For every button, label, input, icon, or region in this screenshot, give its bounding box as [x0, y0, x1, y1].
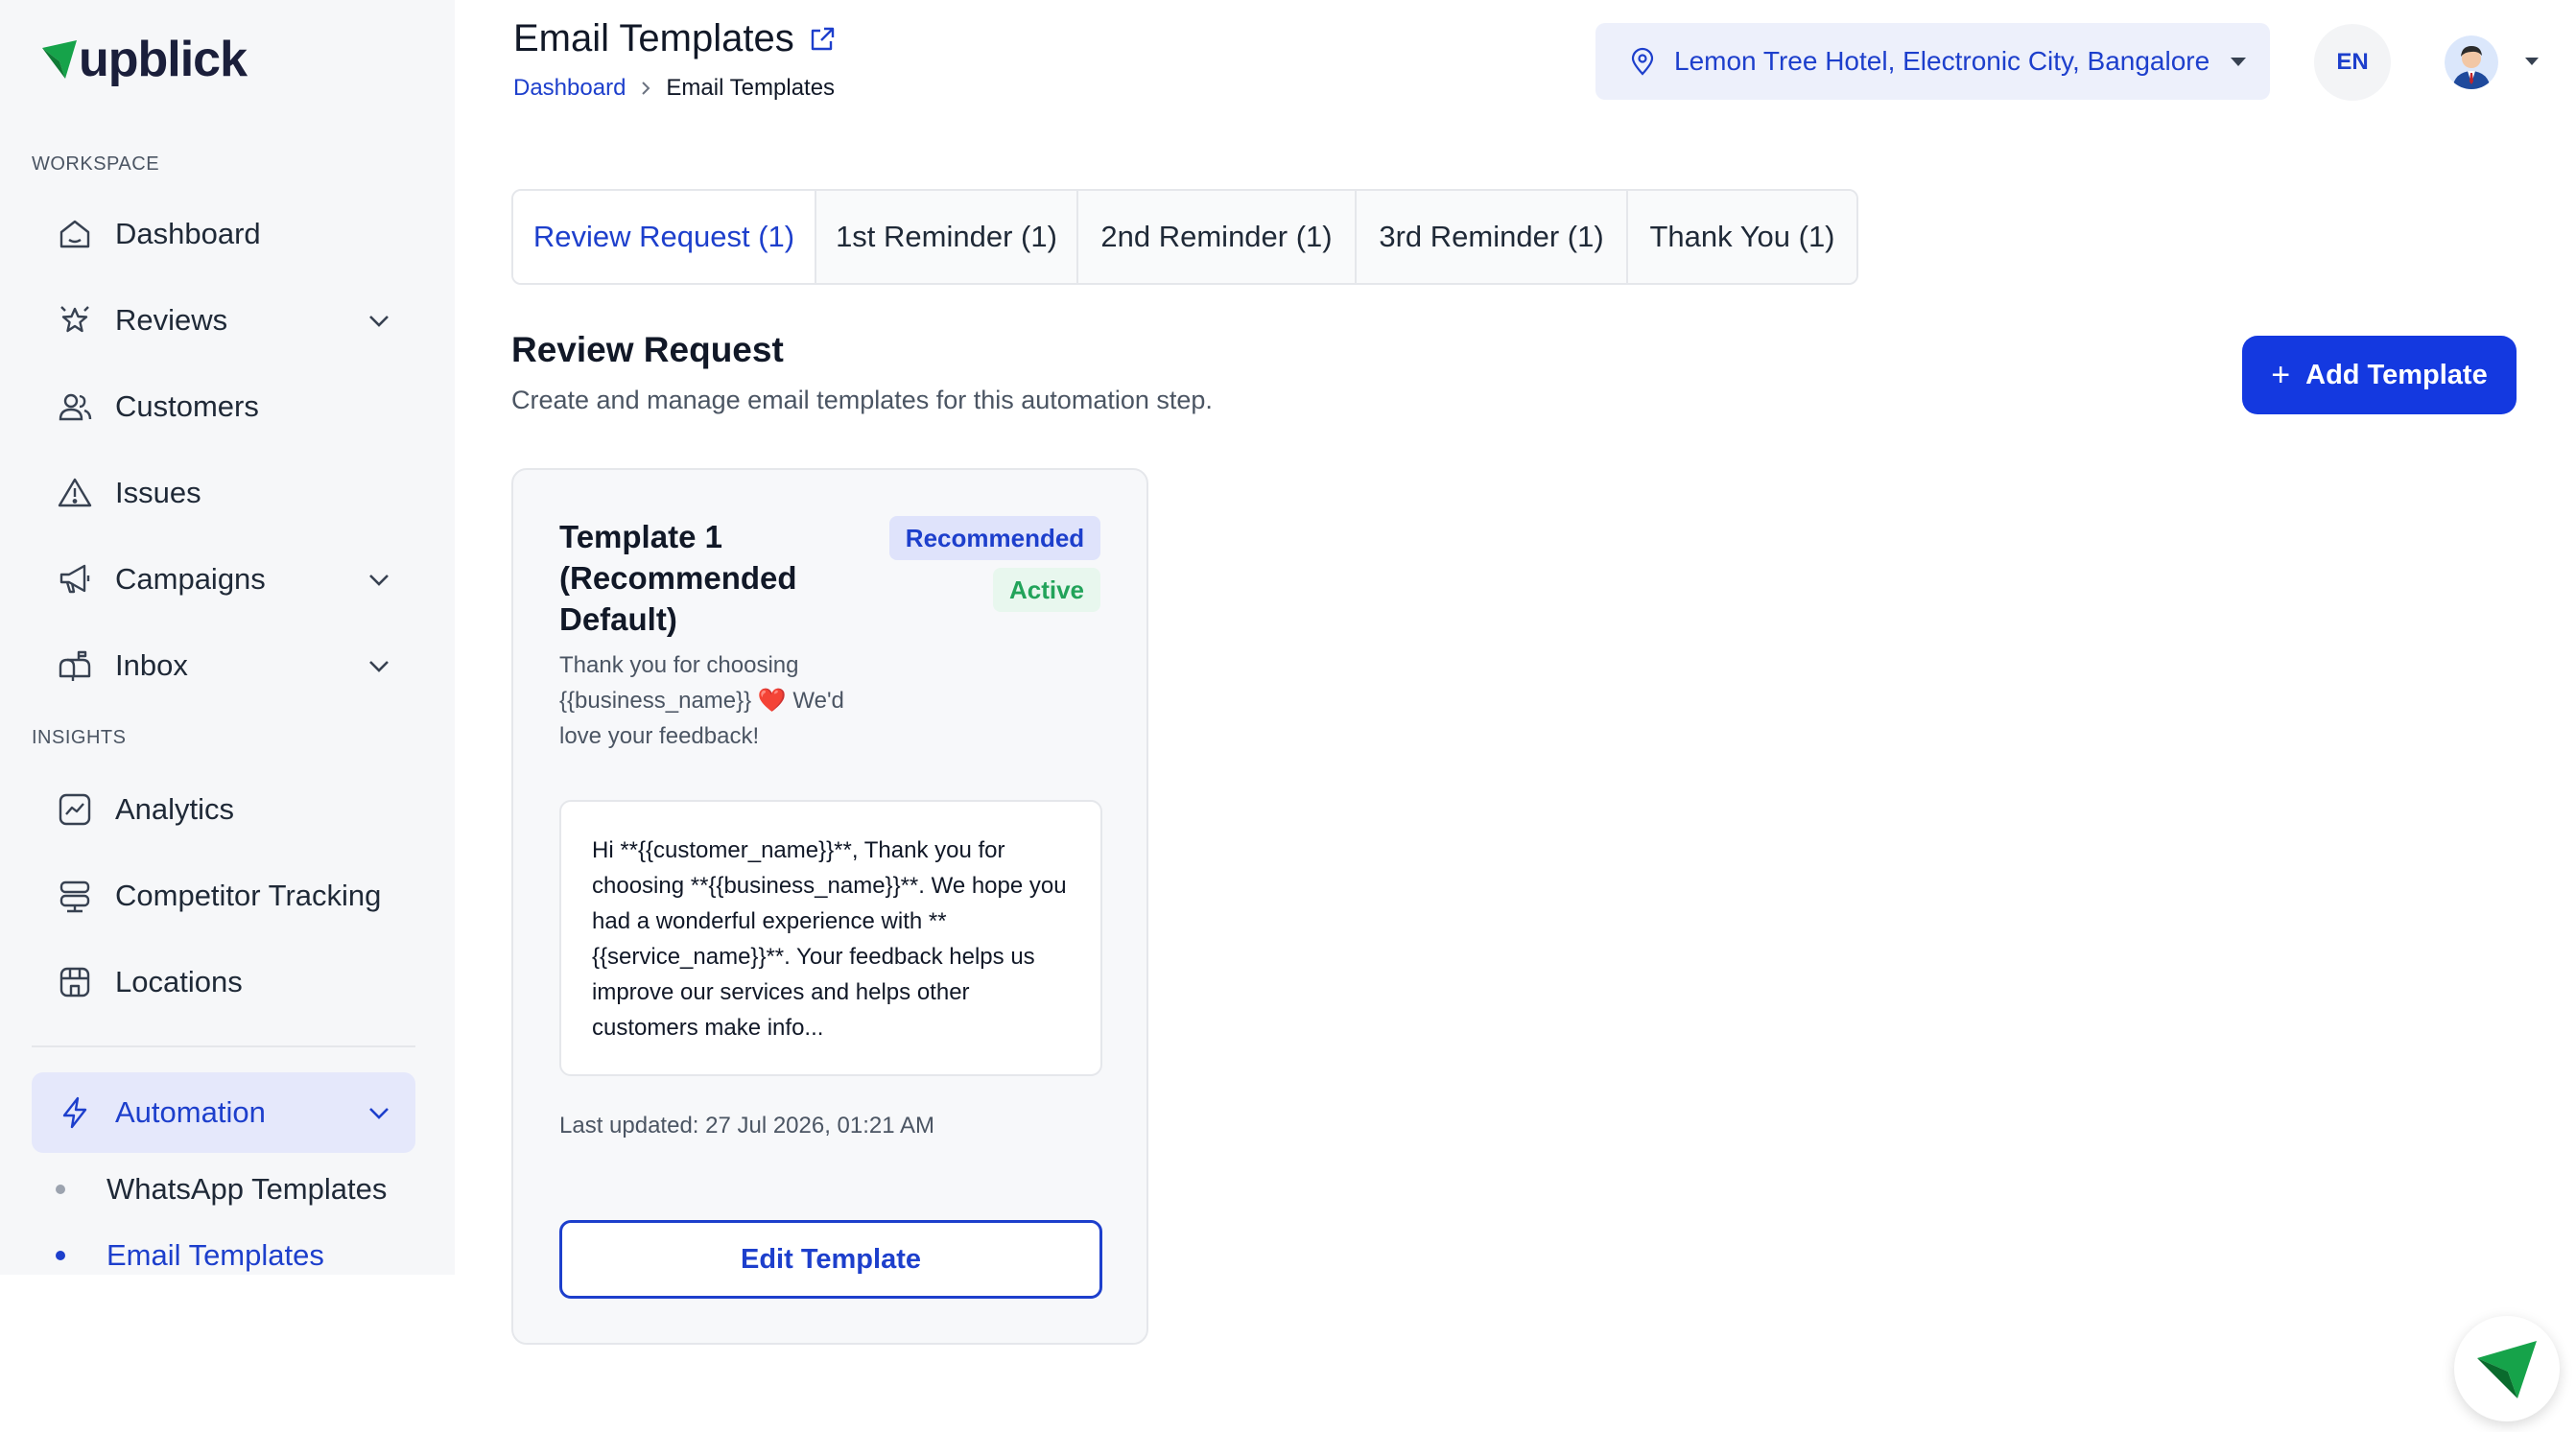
external-link-icon[interactable]: [808, 25, 837, 54]
bullet-dot: [56, 1251, 65, 1260]
server-icon: [56, 877, 94, 915]
plus-icon: +: [2271, 357, 2291, 393]
logo-arrow-icon: [2477, 1341, 2537, 1398]
map-pin-icon: [1631, 47, 1654, 76]
sidebar-item-label: Automation: [115, 1095, 266, 1129]
template-body-preview: Hi **{{customer_name}}**, Thank you for …: [559, 800, 1102, 1076]
template-step-tabs: Review Request (1) 1st Reminder (1) 2nd …: [511, 189, 1858, 285]
active-badge: Active: [993, 568, 1100, 612]
location-select[interactable]: Lemon Tree Hotel, Electronic City, Banga…: [1595, 23, 2270, 100]
home-icon: [56, 215, 94, 253]
language-button[interactable]: EN: [2314, 24, 2391, 101]
tab-review-request[interactable]: Review Request (1): [513, 191, 816, 283]
page-title-text: Email Templates: [513, 17, 794, 59]
sidebar-item-label: Customers: [115, 389, 259, 423]
user-avatar[interactable]: [2445, 35, 2498, 89]
warning-icon: [56, 474, 94, 512]
sidebar-item-customers[interactable]: Customers: [32, 366, 415, 447]
chevron-down-icon: [369, 316, 389, 327]
sidebar-item-label: Issues: [115, 476, 201, 509]
logo-text: upblick: [79, 32, 248, 87]
chevron-right-icon: [642, 82, 650, 95]
location-select-value: Lemon Tree Hotel, Electronic City, Banga…: [1674, 46, 2210, 76]
workspace-label: WORKSPACE: [32, 153, 160, 175]
sidebar: upblick WORKSPACE Dashboard Reviews Cust…: [0, 0, 455, 1275]
sidebar-item-label: Inbox: [115, 648, 188, 682]
sidebar-item-reviews[interactable]: Reviews: [32, 280, 415, 361]
sidebar-subitem-label: Email Templates: [106, 1238, 324, 1272]
floating-assistant-button[interactable]: [2454, 1316, 2560, 1421]
tab-2nd-reminder[interactable]: 2nd Reminder (1): [1078, 191, 1357, 283]
sidebar-item-label: Reviews: [115, 303, 228, 337]
logo-arrow-icon: [42, 40, 77, 79]
sidebar-subitem-label: WhatsApp Templates: [106, 1172, 388, 1206]
users-icon: [56, 387, 94, 426]
sidebar-item-campaigns[interactable]: Campaigns: [32, 539, 415, 620]
sidebar-item-label: Dashboard: [115, 217, 261, 250]
breadcrumb-current: Email Templates: [666, 75, 836, 101]
section-title: Review Request: [511, 330, 784, 369]
avatar-image: [2445, 35, 2498, 89]
store-icon: [56, 963, 94, 1001]
template-description: Thank you for choosing {{business_name}}…: [559, 647, 857, 754]
megaphone-icon: [56, 560, 94, 599]
edit-template-button[interactable]: Edit Template: [559, 1220, 1102, 1299]
sidebar-subitem-whatsapp-templates[interactable]: WhatsApp Templates: [56, 1172, 387, 1207]
tab-thank-you[interactable]: Thank You (1): [1628, 191, 1856, 283]
sidebar-item-locations[interactable]: Locations: [32, 942, 415, 1022]
chevron-down-icon: [369, 661, 389, 672]
sidebar-item-issues[interactable]: Issues: [32, 453, 415, 533]
caret-down-icon[interactable]: [2525, 58, 2539, 65]
sidebar-subitem-email-templates[interactable]: Email Templates: [56, 1238, 324, 1273]
sidebar-divider: [32, 1045, 415, 1047]
last-updated-text: Last updated: 27 Jul 2026, 01:21 AM: [559, 1113, 934, 1139]
bolt-icon: [56, 1093, 94, 1132]
template-title: Template 1 (Recommended Default): [559, 519, 797, 637]
page-title: Email Templates: [513, 17, 837, 60]
caret-down-icon: [2231, 57, 2247, 66]
chevron-down-icon: [369, 1108, 389, 1119]
sidebar-item-label: Analytics: [115, 792, 235, 826]
insights-label: INSIGHTS: [32, 727, 127, 748]
mailbox-icon: [56, 646, 94, 685]
sidebar-item-label: Competitor Tracking: [115, 879, 382, 912]
recommended-badge: Recommended: [889, 516, 1100, 560]
add-template-label: Add Template: [2305, 359, 2488, 390]
sidebar-item-inbox[interactable]: Inbox: [32, 625, 415, 706]
chevron-down-icon: [369, 575, 389, 586]
section-subtitle: Create and manage email templates for th…: [511, 386, 1213, 414]
sidebar-item-label: Campaigns: [115, 562, 266, 596]
sidebar-item-dashboard[interactable]: Dashboard: [32, 194, 415, 274]
tab-3rd-reminder[interactable]: 3rd Reminder (1): [1357, 191, 1628, 283]
star-icon: [56, 301, 94, 340]
breadcrumb: Dashboard Email Templates: [513, 75, 835, 102]
sidebar-item-analytics[interactable]: Analytics: [32, 769, 415, 850]
heart-emoji: ❤️: [757, 688, 787, 714]
add-template-button[interactable]: + Add Template: [2242, 336, 2517, 414]
template-card: Template 1 (Recommended Default) Recomme…: [511, 468, 1148, 1345]
bullet-dot: [56, 1185, 65, 1194]
sidebar-item-automation[interactable]: Automation: [32, 1072, 415, 1153]
sidebar-item-label: Locations: [115, 965, 243, 998]
upblick-logo[interactable]: upblick: [40, 29, 248, 90]
tab-1st-reminder[interactable]: 1st Reminder (1): [816, 191, 1078, 283]
sidebar-item-competitor-tracking[interactable]: Competitor Tracking: [32, 856, 415, 936]
breadcrumb-dashboard-link[interactable]: Dashboard: [513, 75, 626, 102]
chart-icon: [56, 790, 94, 829]
